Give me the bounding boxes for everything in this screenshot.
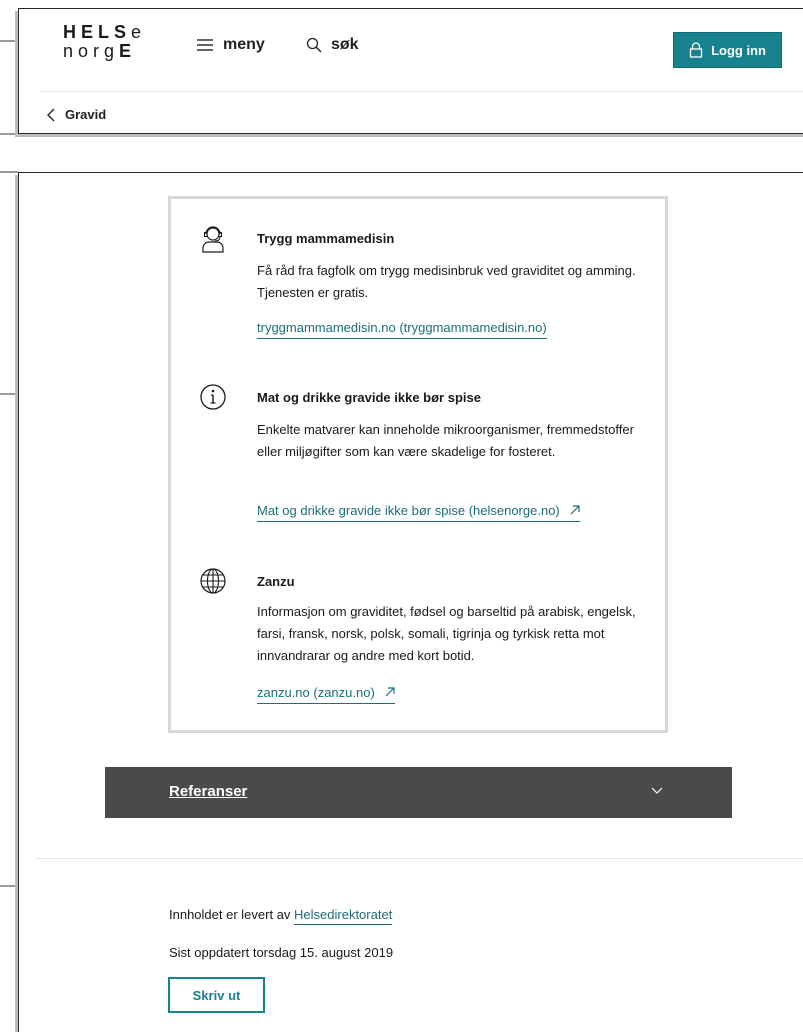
lock-icon [689,42,703,58]
menu-button[interactable]: meny [197,36,265,54]
back-link[interactable]: Gravid [47,107,106,122]
external-link-icon [385,687,395,697]
references-label: Referanser [169,783,248,800]
resource-description: Informasjon om graviditet, fødsel og bar… [257,604,636,663]
resource-title: Mat og drikke gravide ikke bør spise [257,390,481,405]
resource-title: Zanzu [257,574,295,589]
resource-title: Trygg mammamedisin [257,231,395,246]
back-link-label: Gravid [65,107,107,122]
references-accordion[interactable]: Referanser [105,767,732,818]
search-icon [306,37,322,53]
helsenorge-logo[interactable]: HELSe norgE [63,23,143,61]
resource-link[interactable]: zanzu.no (zanzu.no) [257,685,395,704]
resource-description: Få råd fra fagfolk om trygg medisinbruk … [257,263,636,300]
globe-icon [200,568,226,594]
resource-link[interactable]: Mat og drikke gravide ikke bør spise (he… [257,503,580,522]
search-label: søk [331,36,359,53]
logo-top-row: HELSe [63,22,147,42]
chevron-down-icon [651,787,663,794]
hamburger-icon [197,39,213,51]
login-button[interactable]: Logg inn [673,32,782,68]
info-circle-icon [200,384,226,410]
print-button[interactable]: Skriv ut [168,977,265,1013]
search-button[interactable]: søk [306,36,359,54]
chevron-left-icon [47,108,55,121]
provided-by: Innholdet er levert av Helsedirektoratet [169,907,393,925]
footer-divider [35,858,803,859]
last-updated: Sist oppdatert torsdag 15. august 2019 [169,945,394,960]
login-label: Logg inn [711,42,766,58]
resource-box: Trygg mammamedisin Få råd fra fagfolk om… [168,196,668,733]
headset-person-icon [202,226,224,253]
provider-link[interactable]: Helsedirektoratet [294,907,393,925]
provided-by-label: Innholdet er levert av [169,907,291,922]
logo-bottom-row: norgE [63,41,137,61]
header-divider [41,91,803,92]
resource-description: Enkelte matvarer kan inneholde mikroorga… [257,422,634,459]
site-header: HELSe norgE meny søk Logg inn Gravid [18,8,803,134]
menu-label: meny [223,36,265,53]
resource-link[interactable]: tryggmammamedisin.no (tryggmammamedisin.… [257,320,547,339]
external-link-icon [570,505,580,515]
